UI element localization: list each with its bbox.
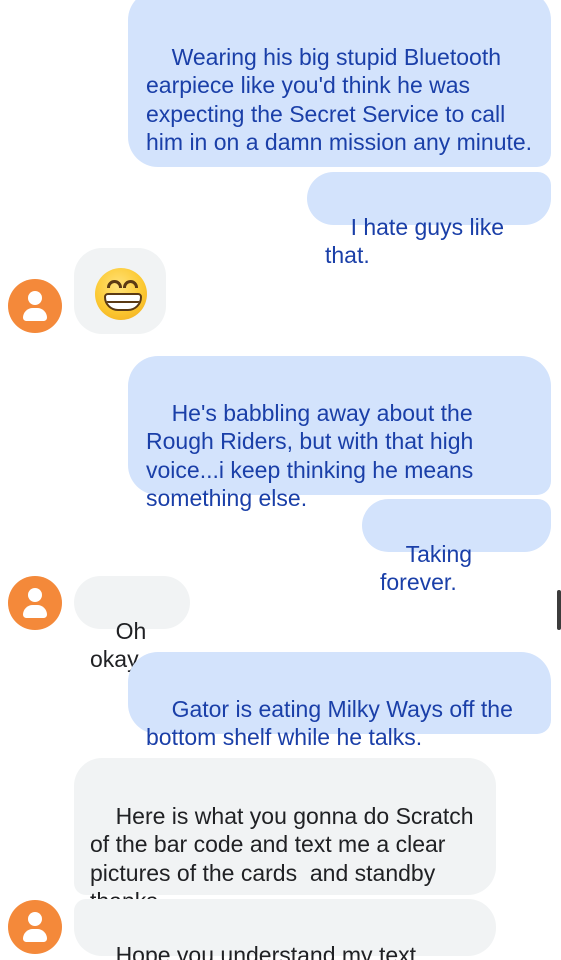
person-icon [28,291,42,305]
message-text: Hope you understand my text thanks [115,941,417,960]
contact-avatar[interactable] [8,900,62,954]
outgoing-message[interactable]: Gator is eating Milky Ways off the botto… [128,652,551,750]
message-text: Wearing his big stupid Bluetooth earpiec… [146,43,533,156]
contact-avatar[interactable] [8,279,62,333]
message-thread[interactable]: Wearing his big stupid Bluetooth earpiec… [0,0,561,960]
scrollbar[interactable] [557,590,561,630]
message-text: Here is what you gonna do Scratch of the… [90,802,474,915]
incoming-message[interactable]: Hope you understand my text thanks [74,899,496,960]
message-text: I hate guys like that. [325,213,511,269]
outgoing-message[interactable]: He's babbling away about the Rough Rider… [128,356,551,511]
contact-avatar[interactable] [8,576,62,630]
message-text: Taking forever. [380,540,479,596]
person-icon [28,588,42,602]
message-text: He's babbling away about the Rough Rider… [146,399,480,512]
incoming-emoji-message[interactable] [74,248,166,334]
incoming-message[interactable]: Oh okay [74,576,190,672]
message-text: Gator is eating Milky Ways off the botto… [146,695,520,751]
grinning-face-emoji-icon [95,268,147,320]
person-icon [28,912,42,926]
outgoing-message[interactable]: Wearing his big stupid Bluetooth earpiec… [128,0,551,167]
incoming-message[interactable]: Here is what you gonna do Scratch of the… [74,758,496,914]
outgoing-message[interactable]: Taking forever. [362,499,551,595]
outgoing-message[interactable]: I hate guys like that. [307,172,551,268]
